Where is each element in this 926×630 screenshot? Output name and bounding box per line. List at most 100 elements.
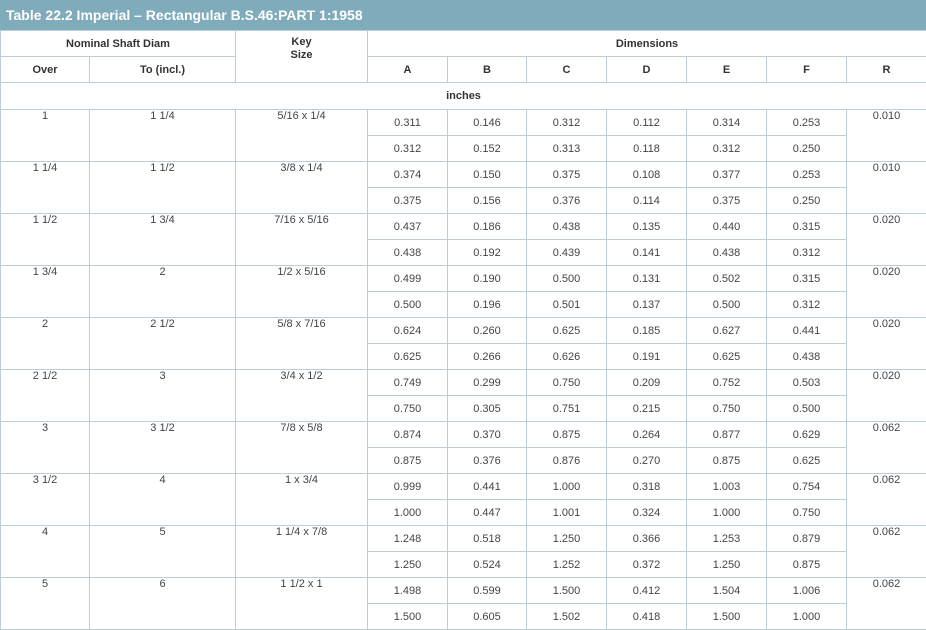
units-row: inches [0,82,926,110]
dimension-d-max-cell: 0.112 [606,109,687,136]
dimension-f-min-cell: 0.875 [766,551,847,578]
column-c-header: C [526,56,607,83]
dimension-a-min-cell: 1.000 [367,499,448,526]
dimension-f-min-cell: 0.625 [766,447,847,474]
table-row: 2 1/2 3 3/4 x 1/2 0.749 0.299 0.750 0.209 0.752… [0,369,926,422]
dimension-f-min-cell: 0.500 [766,395,847,422]
over-cell: 2 1/2 [0,369,90,422]
dimension-f-min-cell: 0.438 [766,343,847,370]
to-incl-cell: 1 1/4 [89,109,236,162]
dimension-c-max-cell: 0.375 [526,161,607,188]
dimension-d-min-cell: 0.215 [606,395,687,422]
to-incl-cell: 4 [89,473,236,526]
dimension-e-max-cell: 1.253 [686,525,767,552]
dimension-e-min-cell: 1.250 [686,551,767,578]
dimension-f-max-cell: 1.006 [766,577,847,604]
dimension-b-min-cell: 0.605 [447,603,527,630]
dimension-e-max-cell: 0.627 [686,317,767,344]
dimension-f-max-cell: 0.253 [766,109,847,136]
dimension-f-min-cell: 0.312 [766,291,847,318]
key-size-cell: 5/16 x 1/4 [235,109,368,162]
dimension-b-min-cell: 0.192 [447,239,527,266]
dimension-a-max-cell: 0.999 [367,473,448,500]
dimension-a-min-cell: 0.375 [367,187,448,214]
dimension-a-min-cell: 1.500 [367,603,448,630]
table-row: 561 1/2 x 1 1.498 0.599 1.500 0.412 1.504 1.00… [0,577,926,630]
dimension-d-max-cell: 0.209 [606,369,687,396]
dimension-d-max-cell: 0.131 [606,265,687,292]
column-r-header: R [845,56,926,83]
dimension-c-max-cell: 0.500 [526,265,607,292]
dimension-f-min-cell: 0.312 [766,239,847,266]
dimension-a-max-cell: 0.624 [367,317,448,344]
dimension-r-cell: 0.062 [845,421,926,474]
over-cell: 5 [0,577,90,630]
dimension-e-max-cell: 0.377 [686,161,767,188]
key-size-cell: 7/16 x 5/16 [235,213,368,266]
dimension-c-min-cell: 0.751 [526,395,607,422]
dimension-b-min-cell: 0.447 [447,499,527,526]
dimension-r-cell: 0.010 [845,161,926,214]
to-incl-header: To (incl.) [89,56,236,83]
nominal-shaft-diam-header: Nominal Shaft Diam [0,30,236,57]
dimension-e-max-cell: 1.504 [686,577,767,604]
key-size-header: Key Size [235,30,368,83]
dimension-b-max-cell: 0.150 [447,161,527,188]
dimension-d-min-cell: 0.324 [606,499,687,526]
over-cell: 1 1/4 [0,161,90,214]
to-incl-cell: 2 [89,265,236,318]
column-f-header: F [766,56,847,83]
dimension-a-max-cell: 0.874 [367,421,448,448]
dimension-c-max-cell: 1.250 [526,525,607,552]
dimension-a-max-cell: 1.498 [367,577,448,604]
dimension-b-max-cell: 0.299 [447,369,527,396]
dimension-f-max-cell: 0.754 [766,473,847,500]
dimension-c-min-cell: 1.001 [526,499,607,526]
column-d-header: D [606,56,687,83]
dimension-a-max-cell: 0.499 [367,265,448,292]
dimension-r-cell: 0.062 [845,525,926,578]
dimension-a-min-cell: 1.250 [367,551,448,578]
table-row: 3 1/2 4 1 x 3/4 0.999 0.441 1.000 0.318 1.003 0.… [0,473,926,526]
dimension-a-max-cell: 0.749 [367,369,448,396]
over-cell: 1 3/4 [0,265,90,318]
keyway-dimensions-table: Nominal Shaft Diam Key Size Dimensions O… [0,30,926,630]
over-cell: 1 [0,109,90,162]
dimension-r-cell: 0.010 [845,109,926,162]
dimension-d-min-cell: 0.137 [606,291,687,318]
table-container: Table 22.2 Imperial – Rectangular B.S.46… [0,0,926,630]
key-size-header-label: Key Size [290,36,313,61]
dimension-c-max-cell: 0.875 [526,421,607,448]
dimension-a-min-cell: 0.875 [367,447,448,474]
dimension-r-cell: 0.020 [845,265,926,318]
dimension-f-min-cell: 0.250 [766,135,847,162]
table-row: 451 1/4 x 7/8 1.248 0.518 1.250 0.366 1.253 0.… [0,525,926,578]
dimension-e-max-cell: 0.752 [686,369,767,396]
dimension-a-max-cell: 0.437 [367,213,448,240]
dimension-d-min-cell: 0.118 [606,135,687,162]
dimension-f-max-cell: 0.879 [766,525,847,552]
dimension-e-max-cell: 0.314 [686,109,767,136]
dimension-d-max-cell: 0.135 [606,213,687,240]
dimension-a-min-cell: 0.750 [367,395,448,422]
dimension-a-max-cell: 1.248 [367,525,448,552]
dimension-e-min-cell: 0.875 [686,447,767,474]
dimension-e-max-cell: 1.003 [686,473,767,500]
dimension-d-max-cell: 0.185 [606,317,687,344]
dimension-c-max-cell: 0.312 [526,109,607,136]
dimension-b-min-cell: 0.152 [447,135,527,162]
table-row: 1 3/4 2 1/2 x 5/16 0.499 0.190 0.500 0.131 0.50… [0,265,926,318]
dimension-d-max-cell: 0.366 [606,525,687,552]
key-size-cell: 5/8 x 7/16 [235,317,368,370]
dimension-r-cell: 0.062 [845,577,926,630]
dimension-b-max-cell: 0.370 [447,421,527,448]
dimension-a-min-cell: 0.438 [367,239,448,266]
dimension-d-max-cell: 0.264 [606,421,687,448]
over-cell: 1 1/2 [0,213,90,266]
dimension-d-min-cell: 0.418 [606,603,687,630]
table-row: 1 1/2 1 3/4 7/16 x 5/16 0.437 0.186 0.438 0.13… [0,213,926,266]
key-size-cell: 3/4 x 1/2 [235,369,368,422]
to-incl-cell: 3 1/2 [89,421,236,474]
dimension-r-cell: 0.020 [845,317,926,370]
dimensions-header: Dimensions [366,30,926,57]
